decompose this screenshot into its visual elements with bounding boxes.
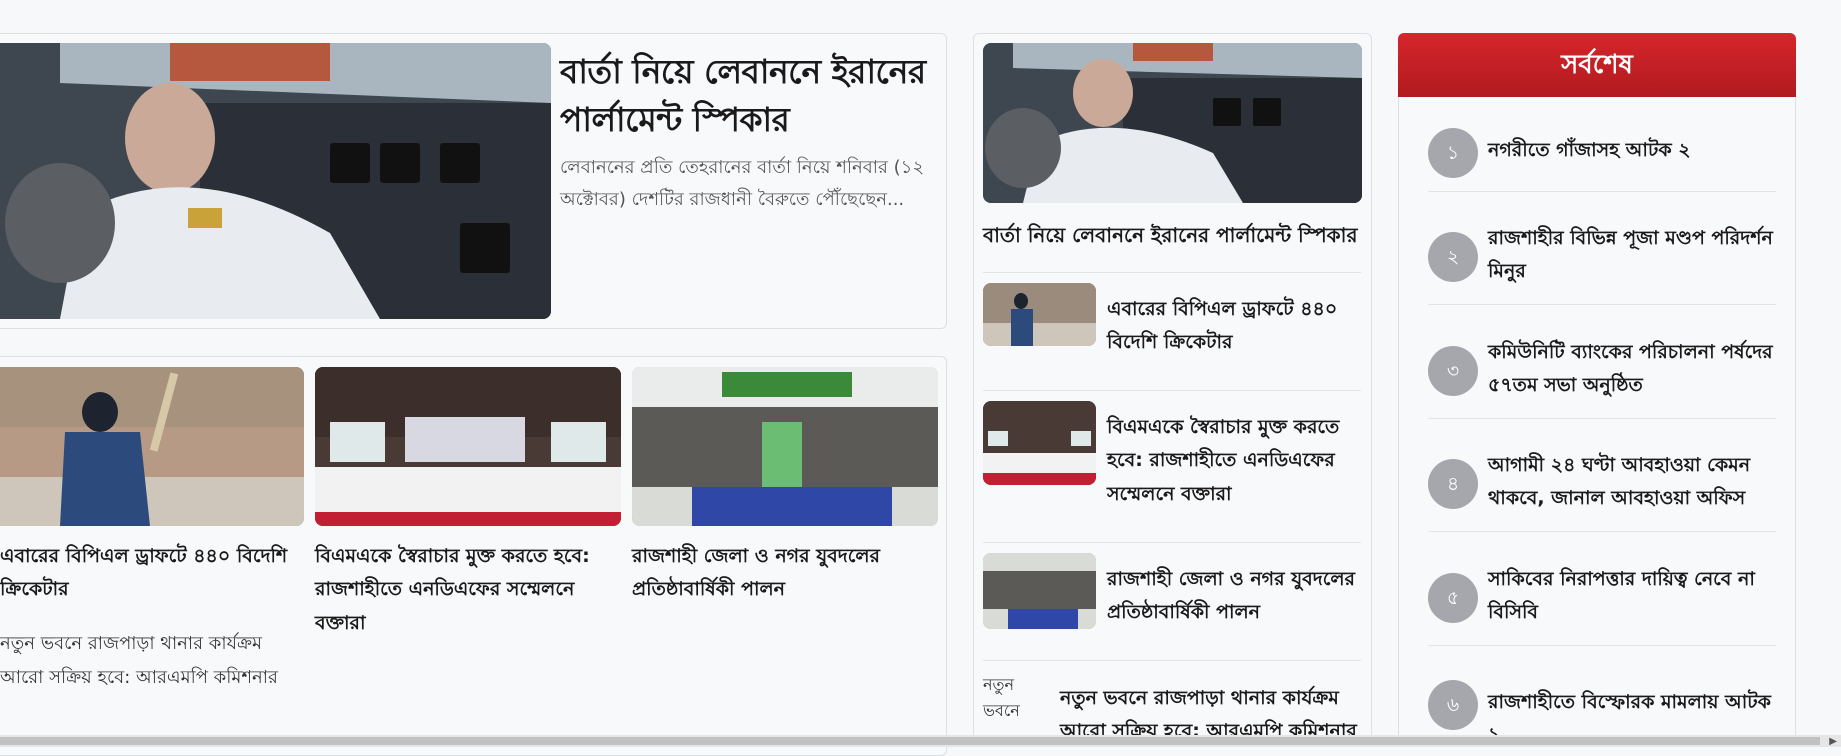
- story-image-bpl[interactable]: [0, 367, 304, 526]
- side-title-jubodal[interactable]: রাজশাহী জেলা ও নগর যুবদলের প্রতিষ্ঠাবার্…: [1107, 563, 1357, 630]
- divider: [983, 390, 1361, 391]
- side-title-bpl[interactable]: এবারের বিপিএল ড্রাফটে ৪৪০ বিদেশি ক্রিকেট…: [1107, 293, 1357, 360]
- divider: [1428, 191, 1776, 192]
- story-image-jubodal[interactable]: [632, 367, 938, 526]
- latest-number-badge: ২: [1428, 232, 1478, 282]
- story-title-jubodal[interactable]: রাজশাহী জেলা ও নগর যুবদলের প্রতিষ্ঠাবার্…: [632, 540, 922, 607]
- side-thumb-bpl[interactable]: [983, 283, 1096, 346]
- latest-number-badge: ৪: [1428, 459, 1478, 509]
- divider: [1428, 418, 1776, 419]
- side-broken-image-alt[interactable]: নতুন ভবনে: [983, 672, 1053, 723]
- latest-number-badge: ৬: [1428, 680, 1478, 730]
- latest-number-badge: ১: [1428, 128, 1478, 178]
- lead-story-title[interactable]: বার্তা নিয়ে লেবাননে ইরানের পার্লামেন্ট …: [560, 48, 930, 144]
- latest-item-1[interactable]: নগরীতে গাঁজাসহ আটক ২: [1488, 134, 1778, 167]
- story-title-bpl[interactable]: এবারের বিপিএল ড্রাফটে ৪৪০ বিদেশি ক্রিকেট…: [0, 540, 300, 607]
- latest-item-3[interactable]: কমিউনিটি ব্যাংকের পরিচালনা পর্ষদের ৫৭তম …: [1488, 336, 1778, 403]
- story-title-rajpara[interactable]: আরো সক্রিয় হবে: আরএমপি কমিশনার: [0, 662, 300, 694]
- divider: [983, 272, 1361, 273]
- story-title-bma[interactable]: বিএমএকে স্বৈরাচার মুক্ত করতে হবে: রাজশাহ…: [315, 540, 615, 640]
- side-top-title[interactable]: বার্তা নিয়ে লেবাননে ইরানের পার্লামেন্ট …: [983, 218, 1363, 253]
- divider: [1428, 645, 1776, 646]
- scroll-right-arrow-icon[interactable]: ▶: [1829, 736, 1837, 747]
- divider: [983, 542, 1361, 543]
- story-image-bma[interactable]: [315, 367, 621, 526]
- side-thumb-bma[interactable]: [983, 401, 1096, 485]
- latest-item-2[interactable]: রাজশাহীর বিভিন্ন পূজা মণ্ডপ পরিদর্শন মিন…: [1488, 222, 1778, 289]
- side-thumb-jubodal[interactable]: [983, 553, 1096, 629]
- side-top-image[interactable]: [983, 43, 1362, 203]
- latest-number-badge: ৩: [1428, 346, 1478, 396]
- latest-item-4[interactable]: আগামী ২৪ ঘণ্টা আবহাওয়া কেমন থাকবে, জানা…: [1488, 449, 1778, 516]
- scrollbar-thumb[interactable]: [0, 737, 1820, 745]
- story-broken-image-alt[interactable]: নতুন ভবনে রাজপাড়া থানার কার্যক্রম: [0, 628, 300, 660]
- divider: [983, 660, 1361, 661]
- latest-item-5[interactable]: সাকিবের নিরাপত্তার দায়িত্ব নেবে না বিসি…: [1488, 563, 1778, 630]
- latest-number-badge: ৫: [1428, 573, 1478, 623]
- latest-heading: সর্বশেষ: [1398, 33, 1796, 97]
- side-title-bma[interactable]: বিএমএকে স্বৈরাচার মুক্ত করতে হবে: রাজশাহ…: [1107, 411, 1369, 511]
- lead-story-summary: লেবাননের প্রতি তেহরানের বার্তা নিয়ে শনি…: [560, 157, 925, 210]
- divider: [1428, 531, 1776, 532]
- divider: [1428, 304, 1776, 305]
- lead-story-image[interactable]: [0, 43, 551, 319]
